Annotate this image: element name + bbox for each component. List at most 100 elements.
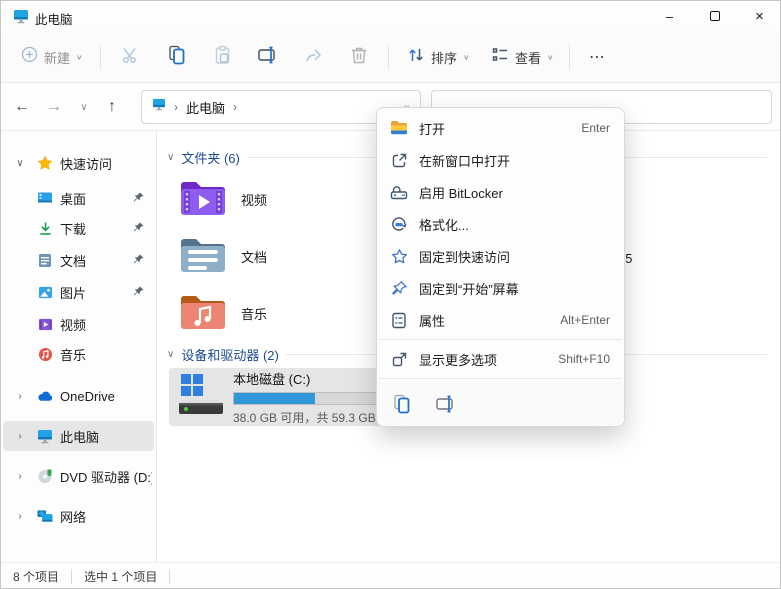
folder-tile-label: 文档	[241, 249, 268, 265]
context-menu-item-show-more-options[interactable]: 显示更多选项 Shift+F10	[377, 343, 624, 375]
local-disk-icon	[179, 373, 223, 422]
command-toolbar: 新建 ∨ 排序 ∨ 查看 ∨ ⋯	[1, 31, 780, 83]
sidebar-item-pictures[interactable]: 图片	[3, 277, 154, 307]
explorer-window: 此电脑 – × 新建 ∨ 排序 ∨ 查看 ∨ ⋯ ← → ∨ ↑ › 此电脑 ›…	[0, 0, 781, 589]
window-title: 此电脑	[35, 13, 73, 27]
folder-tile-videos[interactable]: 视频	[179, 171, 267, 227]
trash-icon	[350, 45, 368, 70]
paste-button[interactable]	[205, 41, 241, 73]
minimize-button[interactable]: –	[647, 1, 692, 31]
status-bar: 8 个项目 选中 1 个项目	[1, 562, 780, 588]
toolbar-divider	[100, 45, 101, 69]
context-menu-item-open-new-window[interactable]: 在新窗口中打开	[377, 144, 624, 176]
sidebar-item-downloads[interactable]: 下载	[3, 213, 154, 243]
up-button[interactable]: ↑	[97, 91, 127, 123]
sidebar-item-label: 桌面	[60, 191, 87, 207]
chevron-collapsed-icon[interactable]: ›	[13, 391, 27, 402]
open-folder-icon	[389, 118, 409, 138]
context-menu-item-pin-to-start[interactable]: 固定到“开始”屏幕	[377, 272, 624, 304]
sidebar-item-quick-access[interactable]: ∨ 快速访问	[3, 148, 154, 178]
context-menu-item-enable-bitlocker[interactable]: 启用 BitLocker	[377, 176, 624, 208]
sidebar-item-dvd-drive[interactable]: › DVD 驱动器 (D:) CP	[3, 461, 154, 491]
context-menu-item-format[interactable]: 格式化...	[377, 208, 624, 240]
maximize-button[interactable]	[692, 1, 737, 31]
status-divider	[71, 569, 73, 584]
videos-folder-icon	[179, 176, 227, 223]
status-divider	[169, 569, 171, 584]
pin-outline-icon	[389, 278, 409, 298]
sidebar-item-label: 网络	[60, 509, 87, 525]
pin-icon	[132, 253, 146, 267]
download-icon	[37, 220, 53, 236]
share-icon	[304, 45, 324, 70]
selected-count: 选中 1 个项目	[84, 570, 158, 584]
context-menu-item-open[interactable]: 打开 Enter	[377, 112, 624, 144]
sort-icon	[407, 46, 425, 69]
chevron-collapsed-icon[interactable]: ›	[13, 431, 27, 442]
sidebar-item-onedrive[interactable]: › OneDrive	[3, 381, 154, 411]
sidebar-item-network[interactable]: › 网络	[3, 501, 154, 531]
toolbar-divider	[388, 45, 389, 69]
rename-menu-button[interactable]	[435, 393, 457, 415]
sidebar-item-label: 此电脑	[60, 429, 100, 445]
copy-menu-button[interactable]	[391, 393, 413, 415]
rename-button[interactable]	[250, 41, 286, 73]
sidebar-item-desktop[interactable]: 桌面	[3, 183, 154, 213]
maximize-icon	[709, 11, 720, 21]
forward-button[interactable]: →	[39, 91, 69, 123]
new-button[interactable]: 新建 ∨	[13, 41, 91, 73]
toolbar-divider	[569, 45, 570, 69]
breadcrumb-this-pc[interactable]: 此电脑	[186, 98, 225, 117]
open-new-window-icon	[389, 150, 409, 170]
sidebar-item-documents[interactable]: 文档	[3, 245, 154, 275]
folder-tile-label: 视频	[241, 192, 268, 208]
folder-tile-documents[interactable]: 文档	[179, 228, 267, 284]
back-button[interactable]: ←	[7, 91, 37, 123]
delete-button[interactable]	[341, 41, 377, 73]
format-drive-icon	[389, 214, 409, 234]
plus-circle-icon	[21, 46, 38, 68]
navigation-pane: ∨ 快速访问 桌面 下载 文档 图片 视频 音乐 › OneDrive › 此电…	[1, 131, 157, 562]
sidebar-item-this-pc[interactable]: › 此电脑	[3, 421, 154, 451]
new-button-label: 新建	[44, 50, 71, 66]
bitlocker-lock-icon	[389, 182, 409, 202]
context-menu-icon-row	[377, 382, 624, 426]
share-button[interactable]	[296, 41, 332, 73]
pin-icon	[132, 221, 146, 235]
menu-separator	[379, 339, 622, 340]
chevron-expanded-icon[interactable]: ∨	[167, 349, 174, 360]
sidebar-item-label: 视频	[60, 317, 87, 333]
copy-icon	[167, 45, 187, 70]
sidebar-item-label: 下载	[60, 221, 87, 237]
chevron-collapsed-icon[interactable]: ›	[13, 471, 27, 482]
chevron-down-icon: ∨	[76, 52, 83, 61]
sort-button[interactable]: 排序 ∨	[399, 41, 478, 73]
folder-tile-music[interactable]: 音乐	[179, 285, 267, 341]
sidebar-item-videos[interactable]: 视频	[3, 309, 154, 339]
chevron-collapsed-icon[interactable]: ›	[13, 511, 27, 522]
pictures-icon	[37, 284, 53, 300]
this-pc-icon	[13, 8, 29, 29]
context-menu-item-properties[interactable]: 属性 Alt+Enter	[377, 304, 624, 336]
more-button[interactable]: ⋯	[581, 41, 614, 73]
cut-button[interactable]	[113, 41, 149, 73]
close-button[interactable]: ×	[737, 1, 780, 31]
breadcrumb-separator: ›	[174, 100, 178, 114]
videos-icon	[37, 316, 53, 332]
this-pc-icon	[37, 428, 53, 444]
star-icon	[37, 155, 53, 171]
group-header-label: 设备和驱动器 (2)	[181, 348, 279, 363]
chevron-down-icon: ∨	[463, 52, 470, 61]
this-pc-icon	[152, 98, 166, 116]
sidebar-item-label: OneDrive	[60, 388, 115, 404]
copy-button[interactable]	[159, 41, 195, 73]
scissors-icon	[121, 45, 141, 70]
network-icon	[37, 508, 53, 524]
chevron-expanded-icon[interactable]: ∨	[13, 158, 27, 169]
document-icon	[37, 252, 53, 268]
sidebar-item-music[interactable]: 音乐	[3, 339, 154, 369]
view-button[interactable]: 查看 ∨	[483, 41, 562, 73]
context-menu-item-pin-quick-access[interactable]: 固定到快速访问	[377, 240, 624, 272]
chevron-expanded-icon[interactable]: ∨	[167, 152, 174, 163]
recent-locations-button[interactable]: ∨	[69, 91, 99, 123]
